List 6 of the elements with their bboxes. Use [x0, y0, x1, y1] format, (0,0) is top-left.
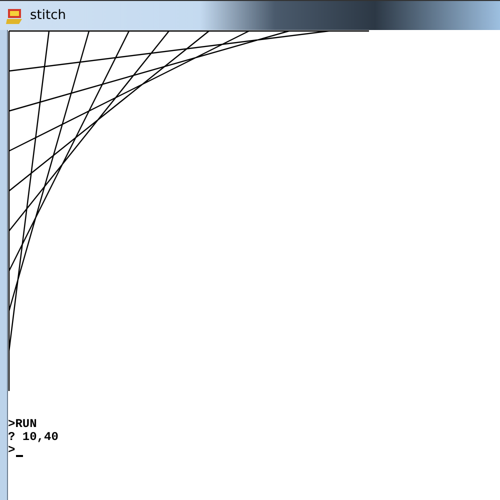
console-prompt: >: [8, 444, 16, 457]
console-line: >RUN: [8, 418, 37, 431]
console-line: ? 10,40: [8, 431, 58, 444]
window-title: stitch: [30, 8, 66, 23]
app-icon: [6, 6, 24, 24]
text-cursor: [16, 455, 24, 457]
